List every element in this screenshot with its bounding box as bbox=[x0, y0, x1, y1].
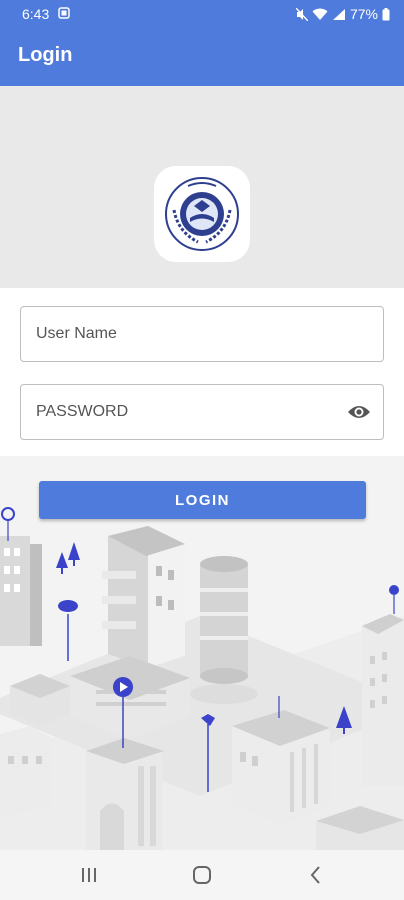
building-right-center bbox=[232, 710, 330, 824]
wifi-icon bbox=[312, 8, 328, 20]
battery-icon bbox=[382, 7, 390, 20]
app-logo bbox=[154, 166, 250, 262]
home-icon[interactable] bbox=[190, 864, 214, 886]
login-button[interactable]: LOGIN bbox=[39, 481, 366, 519]
page-title: Login bbox=[18, 44, 73, 66]
status-icons: 77% bbox=[295, 6, 390, 22]
back-icon[interactable] bbox=[304, 864, 328, 886]
building-bottom-left bbox=[0, 726, 52, 818]
building-arch bbox=[86, 738, 164, 850]
emblem-icon bbox=[165, 177, 239, 251]
building-left-tower bbox=[0, 536, 42, 646]
notification-icon bbox=[58, 7, 70, 19]
system-nav-bar bbox=[0, 850, 404, 900]
eye-icon[interactable] bbox=[347, 402, 371, 422]
status-bar: 6:43 77% bbox=[0, 0, 404, 28]
recents-icon[interactable] bbox=[77, 864, 101, 886]
building-balcony bbox=[102, 526, 185, 668]
password-field[interactable] bbox=[20, 384, 384, 440]
password-input[interactable] bbox=[36, 385, 336, 439]
building-right-tower bbox=[362, 614, 404, 786]
signal-icon bbox=[332, 8, 345, 20]
mute-icon bbox=[295, 7, 308, 21]
status-time: 6:43 bbox=[22, 6, 50, 22]
username-field[interactable] bbox=[20, 306, 384, 362]
logo-band bbox=[0, 86, 404, 288]
username-input[interactable] bbox=[36, 307, 336, 361]
battery-percentage: 77% bbox=[349, 6, 378, 22]
app-bar: Login bbox=[0, 28, 404, 86]
